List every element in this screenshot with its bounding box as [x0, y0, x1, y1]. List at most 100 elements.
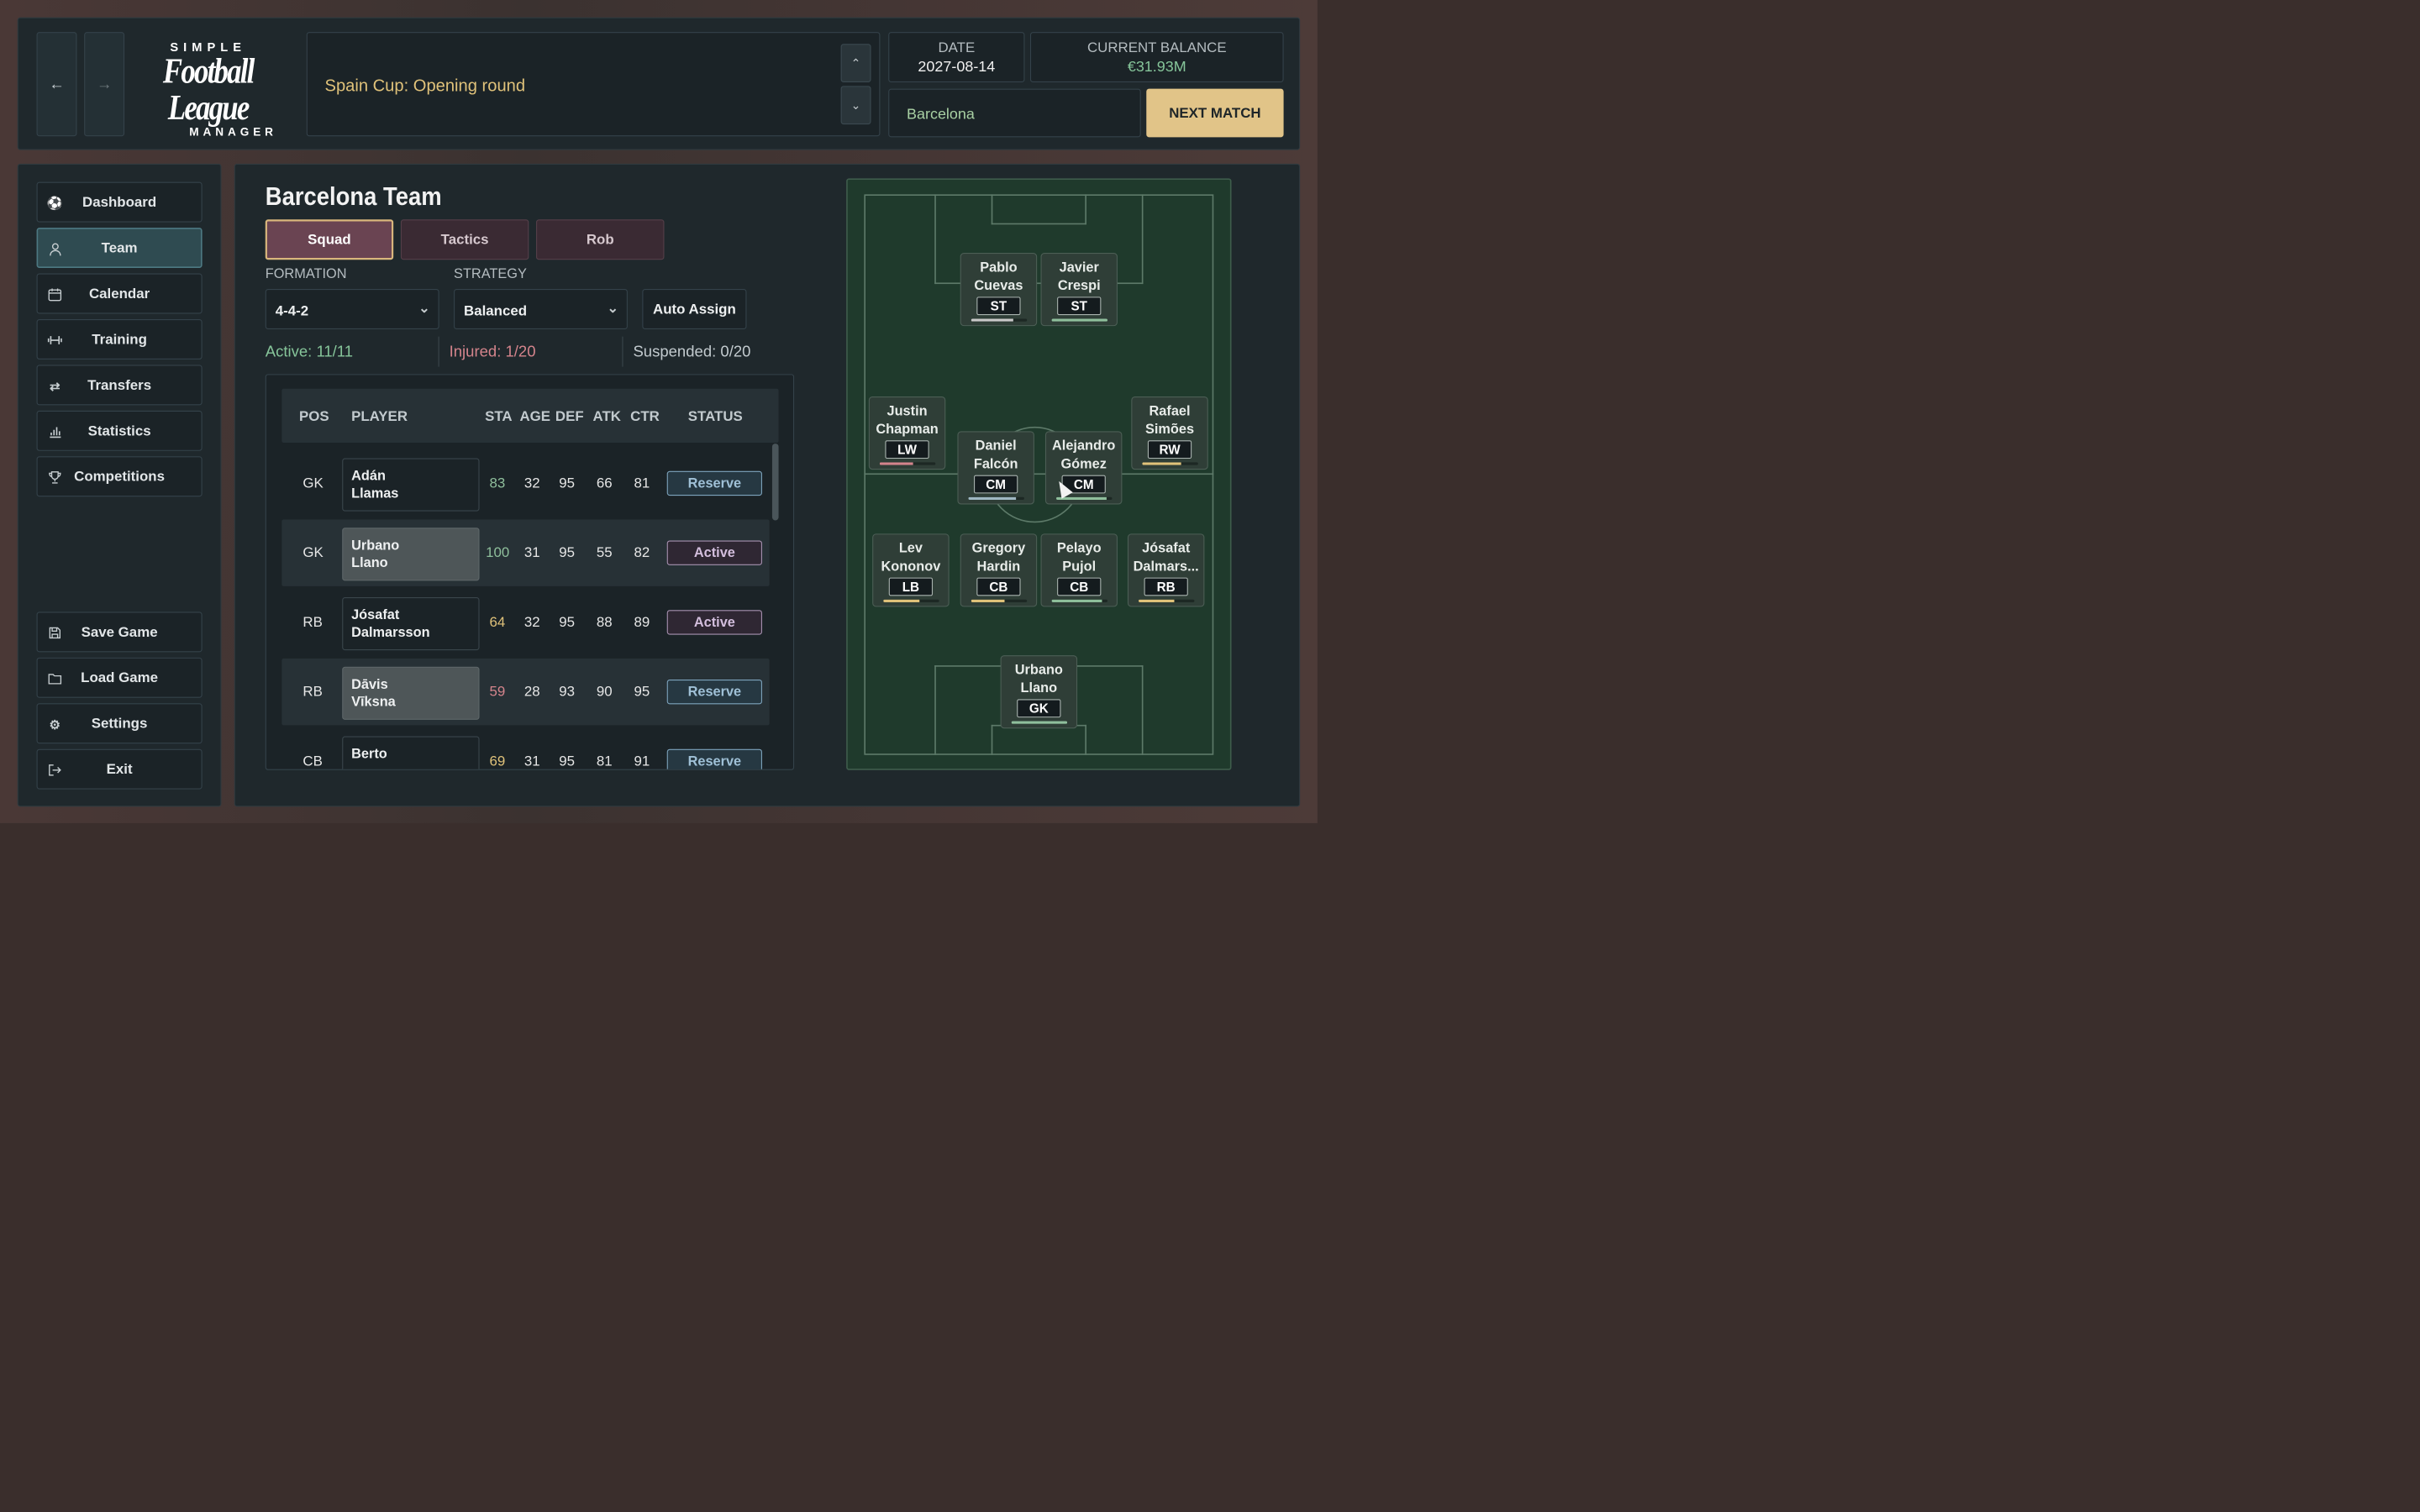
col-def[interactable]: DEF	[555, 408, 584, 425]
tab-rob[interactable]: Rob	[536, 219, 665, 260]
stamina-bar	[968, 496, 1024, 501]
auto-assign-button[interactable]: Auto Assign	[642, 289, 747, 329]
stamina-bar	[879, 462, 936, 465]
page-title: Barcelona Team	[265, 181, 442, 211]
player-last-name: Dalmars...	[1133, 559, 1199, 575]
col-ctr[interactable]: CTR	[630, 408, 660, 425]
formation-value: 4-4-2	[275, 302, 309, 319]
person-icon	[47, 241, 64, 258]
news-ticker: Spain Cup: Opening round ⌃ ⌄	[306, 32, 881, 137]
squad-table: POS PLAYER STA AGE DEF ATK CTR STATUS GK…	[265, 374, 795, 770]
tab-squad[interactable]: Squad	[265, 219, 394, 260]
player-card[interactable]: Rafael Simões RW	[1131, 396, 1208, 470]
balance-label: CURRENT BALANCE	[1086, 39, 1227, 55]
pos-cell: GK	[302, 543, 324, 560]
sidebar-item-competitions[interactable]: Competitions	[36, 456, 203, 497]
team-panel: Barcelona Team Squad Tactics Rob FORMATI…	[234, 163, 1301, 807]
sidebar-item-label: Dashboard	[82, 193, 157, 210]
table-row[interactable]: GK Adán Llamas 83 32 95 66 81 Reserve	[281, 450, 769, 517]
player-card[interactable]: Lev Kononov LB	[872, 533, 950, 607]
player-last-name: Simões	[1144, 421, 1195, 437]
table-row[interactable]: CB Berto 69 31 95 81 91 Reserve	[281, 728, 769, 769]
position-badge: ST	[976, 297, 1021, 316]
table-row[interactable]: RB Jósafat Dalmarsson 64 32 95 88 89 Acti…	[281, 589, 769, 655]
position-badge: ST	[1057, 297, 1102, 316]
news-up-button[interactable]: ⌃	[840, 44, 871, 82]
sidebar-item-dashboard[interactable]: ⚽ Dashboard	[36, 181, 203, 223]
sidebar-item-label: Calendar	[88, 285, 150, 302]
col-age[interactable]: AGE	[519, 408, 550, 425]
app-window: ← → SIMPLE Football League MANAGER Spain…	[0, 0, 1318, 823]
strategy-value: Balanced	[464, 302, 528, 319]
player-card[interactable]: Javier Crespi ST	[1040, 253, 1118, 327]
formation-select[interactable]: 4-4-2 ⌄	[265, 289, 439, 329]
player-card[interactable]: Daniel Falcón CM	[957, 431, 1034, 505]
next-match-button[interactable]: NEXT MATCH	[1146, 88, 1284, 138]
status-button[interactable]: Reserve	[666, 748, 762, 769]
player-first-name: Jósafat	[351, 606, 400, 622]
chevron-down-icon: ⌄	[850, 97, 861, 113]
sta-cell: 59	[489, 683, 506, 700]
tab-tactics[interactable]: Tactics	[400, 219, 529, 260]
player-first-name: Urbano	[351, 538, 400, 554]
player-card[interactable]: Pablo Cuevas ST	[960, 253, 1038, 327]
table-row[interactable]: RB Dāvis Vīksna 59 28 93 90 95 Reserve	[281, 658, 770, 726]
sidebar-item-calendar[interactable]: Calendar	[36, 273, 203, 314]
col-status[interactable]: STATUS	[688, 408, 743, 425]
soccer-ball-icon: ⚽	[46, 196, 63, 211]
exit-button[interactable]: Exit	[36, 748, 203, 790]
player-last-name: Dalmarsson	[351, 624, 430, 640]
calendar-icon	[47, 286, 64, 303]
player-name[interactable]: Urbano Llano	[342, 528, 480, 581]
player-card[interactable]: Alejandro Gómez CM	[1044, 431, 1123, 505]
table-scrollbar[interactable]	[771, 444, 779, 521]
back-button[interactable]: ←	[36, 32, 77, 137]
status-button[interactable]: Active	[666, 540, 762, 565]
load-game-button[interactable]: Load Game	[36, 657, 203, 698]
ctr-cell: 91	[634, 753, 650, 769]
atk-cell: 88	[596, 613, 613, 630]
age-cell: 31	[523, 753, 540, 769]
player-card[interactable]: Justin Chapman LW	[868, 396, 946, 470]
active-count: Active: 11/11	[265, 343, 354, 360]
gear-icon: ⚙	[49, 717, 61, 732]
player-name[interactable]: Berto	[342, 736, 480, 769]
settings-button[interactable]: ⚙ Settings	[36, 703, 203, 744]
news-down-button[interactable]: ⌄	[840, 86, 871, 125]
player-first-name: Lev	[898, 540, 923, 556]
date-box: DATE 2027-08-14	[888, 32, 1025, 82]
player-card[interactable]: Urbano Llano GK	[1000, 655, 1078, 729]
atk-cell: 66	[596, 475, 613, 491]
player-name[interactable]: Jósafat Dalmarsson	[342, 596, 480, 651]
forward-button[interactable]: →	[84, 32, 125, 137]
sidebar-item-training[interactable]: Training	[36, 318, 203, 360]
player-card[interactable]: Gregory Hardin CB	[960, 533, 1038, 607]
player-card[interactable]: Pelayo Pujol CB	[1040, 533, 1118, 607]
player-last-name: Llano	[351, 554, 388, 570]
stamina-bar	[1051, 318, 1107, 322]
col-sta[interactable]: STA	[485, 408, 513, 425]
strategy-select[interactable]: Balanced ⌄	[454, 289, 628, 329]
balance-value: €31.93M	[1127, 57, 1186, 75]
sidebar-item-transfers[interactable]: ⇄ Transfers	[36, 365, 203, 406]
col-atk[interactable]: ATK	[593, 408, 621, 425]
sidebar-item-label: Competitions	[74, 468, 166, 485]
col-player[interactable]: PLAYER	[351, 408, 408, 425]
status-button[interactable]: Active	[666, 610, 762, 635]
player-name[interactable]: Dāvis Vīksna	[342, 666, 480, 720]
table-row[interactable]: GK Urbano Llano 100 31 95 55 82 Active	[281, 519, 770, 586]
sidebar-item-statistics[interactable]: Statistics	[36, 410, 203, 451]
status-button[interactable]: Reserve	[666, 470, 762, 496]
player-name[interactable]: Adán Llamas	[342, 458, 480, 512]
save-game-button[interactable]: Save Game	[36, 612, 203, 653]
player-last-name: Kononov	[881, 559, 941, 575]
position-badge: CB	[1057, 577, 1102, 596]
player-card[interactable]: Jósafat Dalmars... RB	[1127, 533, 1205, 607]
date-label: DATE	[938, 39, 976, 55]
col-pos[interactable]: POS	[299, 408, 329, 425]
goal-box-top	[991, 194, 1086, 225]
sidebar-item-team[interactable]: Team	[36, 228, 203, 269]
status-button[interactable]: Reserve	[666, 679, 762, 705]
player-first-name: Justin	[886, 403, 928, 419]
position-badge: CB	[976, 577, 1021, 596]
